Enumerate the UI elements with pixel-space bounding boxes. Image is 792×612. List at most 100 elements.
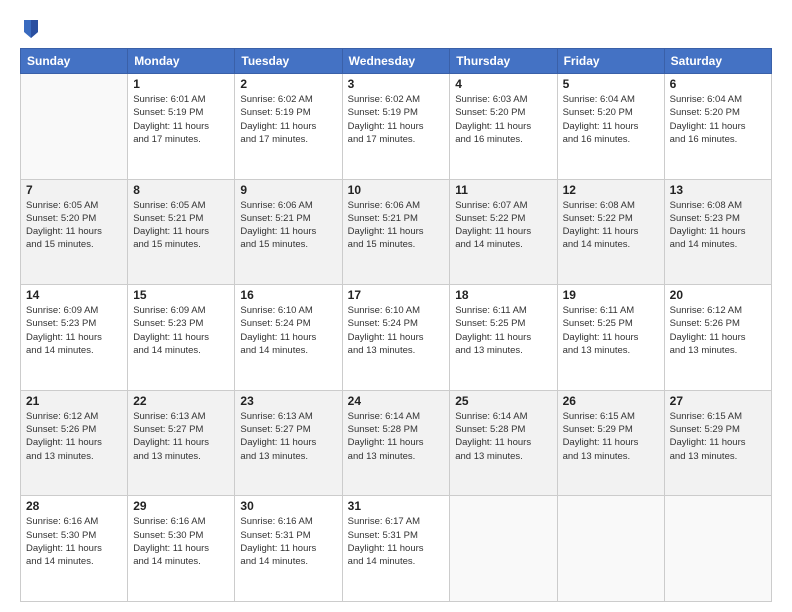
day-info: Sunrise: 6:16 AM Sunset: 5:31 PM Dayligh… [240, 515, 336, 568]
calendar-cell: 16Sunrise: 6:10 AM Sunset: 5:24 PM Dayli… [235, 285, 342, 391]
day-info: Sunrise: 6:14 AM Sunset: 5:28 PM Dayligh… [348, 410, 445, 463]
day-number: 13 [670, 183, 766, 197]
day-number: 31 [348, 499, 445, 513]
day-info: Sunrise: 6:13 AM Sunset: 5:27 PM Dayligh… [133, 410, 229, 463]
calendar-cell: 11 Sunrise: 6:07 AM Sunset: 5:22 PM Dayli… [450, 179, 557, 285]
day-number: 19 [563, 288, 659, 302]
calendar-cell: 25 Sunrise: 6:14 AM Sunset: 5:28 PM Dayli… [450, 390, 557, 496]
day-number: 25 [455, 394, 551, 408]
calendar-cell: 7 Sunrise: 6:05 AM Sunset: 5:20 PM Daylig… [21, 179, 128, 285]
day-info: Sunrise: 6:05 AM Sunset: 5:21 PM Dayligh… [133, 199, 229, 252]
calendar-cell: 5Sunrise: 6:04 AM Sunset: 5:20 PM Daylig… [557, 74, 664, 180]
day-info: Sunrise: 6:11 AM Sunset: 5:25 PM Dayligh… [455, 304, 551, 357]
day-number: 15 [133, 288, 229, 302]
day-number: 3 [348, 77, 445, 91]
day-number: 9 [240, 183, 336, 197]
day-number: 2 [240, 77, 336, 91]
day-number: 20 [670, 288, 766, 302]
day-number: 10 [348, 183, 445, 197]
calendar-cell: 9 Sunrise: 6:06 AM Sunset: 5:21 PM Daylig… [235, 179, 342, 285]
weekday-header-tuesday: Tuesday [235, 49, 342, 74]
weekday-header-monday: Monday [128, 49, 235, 74]
day-info: Sunrise: 6:15 AM Sunset: 5:29 PM Dayligh… [670, 410, 766, 463]
calendar-cell: 1 Sunrise: 6:01 AM Sunset: 5:19 PM Daylig… [128, 74, 235, 180]
day-number: 12 [563, 183, 659, 197]
calendar-week-row: 1 Sunrise: 6:01 AM Sunset: 5:19 PM Daylig… [21, 74, 772, 180]
day-info: Sunrise: 6:10 AM Sunset: 5:24 PM Dayligh… [240, 304, 336, 357]
calendar-cell: 27 Sunrise: 6:15 AM Sunset: 5:29 PM Dayli… [664, 390, 771, 496]
calendar-cell: 24 Sunrise: 6:14 AM Sunset: 5:28 PM Dayli… [342, 390, 450, 496]
day-number: 6 [670, 77, 766, 91]
day-number: 21 [26, 394, 122, 408]
day-number: 8 [133, 183, 229, 197]
day-number: 29 [133, 499, 229, 513]
day-info: Sunrise: 6:05 AM Sunset: 5:20 PM Dayligh… [26, 199, 122, 252]
calendar-cell: 15 Sunrise: 6:09 AM Sunset: 5:23 PM Dayli… [128, 285, 235, 391]
day-info: Sunrise: 6:06 AM Sunset: 5:21 PM Dayligh… [348, 199, 445, 252]
calendar-week-row: 28 Sunrise: 6:16 AM Sunset: 5:30 PM Dayli… [21, 496, 772, 602]
calendar-cell: 28Sunrise: 6:16 AM Sunset: 5:30 PM Dayli… [21, 496, 128, 602]
day-info: Sunrise: 6:02 AM Sunset: 5:19 PM Dayligh… [240, 93, 336, 146]
weekday-header-wednesday: Wednesday [342, 49, 450, 74]
day-number: 1 [133, 77, 229, 91]
day-number: 30 [240, 499, 336, 513]
day-info: Sunrise: 6:12 AM Sunset: 5:26 PM Dayligh… [670, 304, 766, 357]
calendar-cell: 29 Sunrise: 6:16 AM Sunset: 5:30 PM Dayli… [128, 496, 235, 602]
calendar-cell: 14 Sunrise: 6:09 AM Sunset: 5:23 PM Dayli… [21, 285, 128, 391]
day-info: Sunrise: 6:04 AM Sunset: 5:20 PM Dayligh… [563, 93, 659, 146]
day-info: Sunrise: 6:14 AM Sunset: 5:28 PM Dayligh… [455, 410, 551, 463]
day-info: Sunrise: 6:13 AM Sunset: 5:27 PM Dayligh… [240, 410, 336, 463]
calendar-cell: 19 Sunrise: 6:11 AM Sunset: 5:25 PM Dayli… [557, 285, 664, 391]
day-info: Sunrise: 6:15 AM Sunset: 5:29 PM Dayligh… [563, 410, 659, 463]
calendar-cell [557, 496, 664, 602]
day-number: 28 [26, 499, 122, 513]
day-info: Sunrise: 6:08 AM Sunset: 5:23 PM Dayligh… [670, 199, 766, 252]
calendar-table: SundayMondayTuesdayWednesdayThursdayFrid… [20, 48, 772, 602]
weekday-header-thursday: Thursday [450, 49, 557, 74]
day-info: Sunrise: 6:07 AM Sunset: 5:22 PM Dayligh… [455, 199, 551, 252]
calendar-cell: 8 Sunrise: 6:05 AM Sunset: 5:21 PM Daylig… [128, 179, 235, 285]
day-info: Sunrise: 6:12 AM Sunset: 5:26 PM Dayligh… [26, 410, 122, 463]
calendar-cell: 13 Sunrise: 6:08 AM Sunset: 5:23 PM Dayli… [664, 179, 771, 285]
calendar-cell: 6 Sunrise: 6:04 AM Sunset: 5:20 PM Daylig… [664, 74, 771, 180]
day-number: 11 [455, 183, 551, 197]
day-info: Sunrise: 6:02 AM Sunset: 5:19 PM Dayligh… [348, 93, 445, 146]
day-info: Sunrise: 6:10 AM Sunset: 5:24 PM Dayligh… [348, 304, 445, 357]
calendar-cell: 22 Sunrise: 6:13 AM Sunset: 5:27 PM Dayli… [128, 390, 235, 496]
day-number: 14 [26, 288, 122, 302]
day-info: Sunrise: 6:03 AM Sunset: 5:20 PM Dayligh… [455, 93, 551, 146]
calendar-cell [21, 74, 128, 180]
day-info: Sunrise: 6:08 AM Sunset: 5:22 PM Dayligh… [563, 199, 659, 252]
day-info: Sunrise: 6:11 AM Sunset: 5:25 PM Dayligh… [563, 304, 659, 357]
day-info: Sunrise: 6:17 AM Sunset: 5:31 PM Dayligh… [348, 515, 445, 568]
day-number: 17 [348, 288, 445, 302]
logo [20, 18, 40, 40]
header [20, 18, 772, 40]
day-info: Sunrise: 6:04 AM Sunset: 5:20 PM Dayligh… [670, 93, 766, 146]
day-number: 4 [455, 77, 551, 91]
calendar-week-row: 14 Sunrise: 6:09 AM Sunset: 5:23 PM Dayli… [21, 285, 772, 391]
day-info: Sunrise: 6:01 AM Sunset: 5:19 PM Dayligh… [133, 93, 229, 146]
day-info: Sunrise: 6:06 AM Sunset: 5:21 PM Dayligh… [240, 199, 336, 252]
day-number: 7 [26, 183, 122, 197]
day-number: 27 [670, 394, 766, 408]
weekday-header-friday: Friday [557, 49, 664, 74]
day-number: 22 [133, 394, 229, 408]
day-info: Sunrise: 6:16 AM Sunset: 5:30 PM Dayligh… [133, 515, 229, 568]
calendar-cell: 4 Sunrise: 6:03 AM Sunset: 5:20 PM Daylig… [450, 74, 557, 180]
weekday-header-row: SundayMondayTuesdayWednesdayThursdayFrid… [21, 49, 772, 74]
calendar-cell: 20 Sunrise: 6:12 AM Sunset: 5:26 PM Dayli… [664, 285, 771, 391]
logo-icon [22, 18, 40, 40]
calendar-cell: 17 Sunrise: 6:10 AM Sunset: 5:24 PM Dayli… [342, 285, 450, 391]
calendar-cell: 31 Sunrise: 6:17 AM Sunset: 5:31 PM Dayli… [342, 496, 450, 602]
calendar-cell: 12 Sunrise: 6:08 AM Sunset: 5:22 PM Dayli… [557, 179, 664, 285]
calendar-cell: 2 Sunrise: 6:02 AM Sunset: 5:19 PM Daylig… [235, 74, 342, 180]
day-info: Sunrise: 6:09 AM Sunset: 5:23 PM Dayligh… [26, 304, 122, 357]
calendar-cell: 10 Sunrise: 6:06 AM Sunset: 5:21 PM Dayli… [342, 179, 450, 285]
calendar-cell: 18 Sunrise: 6:11 AM Sunset: 5:25 PM Dayli… [450, 285, 557, 391]
day-info: Sunrise: 6:09 AM Sunset: 5:23 PM Dayligh… [133, 304, 229, 357]
day-number: 26 [563, 394, 659, 408]
calendar-cell: 30 Sunrise: 6:16 AM Sunset: 5:31 PM Dayli… [235, 496, 342, 602]
day-number: 24 [348, 394, 445, 408]
day-number: 18 [455, 288, 551, 302]
